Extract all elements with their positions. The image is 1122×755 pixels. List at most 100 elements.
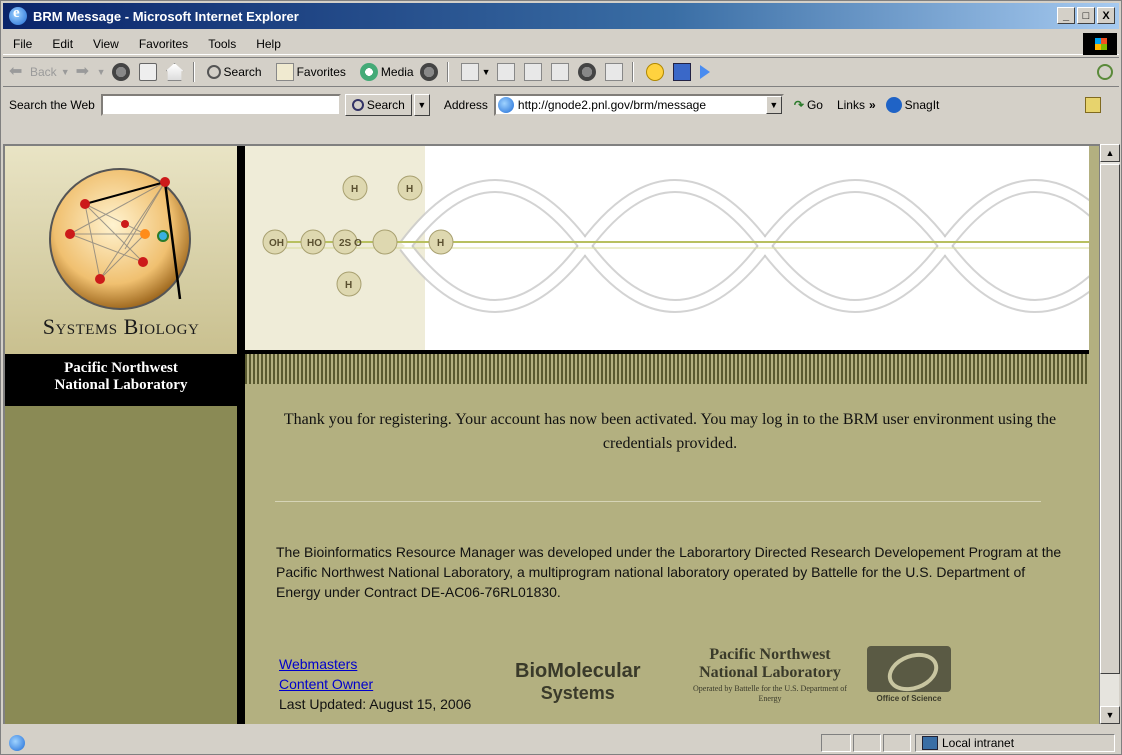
menu-edit[interactable]: Edit bbox=[52, 37, 73, 51]
pnnl-foot-line-3: Operated by Battelle for the U.S. Depart… bbox=[693, 684, 847, 703]
search-dropdown-button[interactable]: ▼ bbox=[413, 94, 430, 116]
media-button[interactable]: Media bbox=[359, 63, 414, 81]
search-label: Search bbox=[223, 65, 262, 79]
edit-button[interactable] bbox=[523, 63, 545, 81]
home-icon bbox=[165, 63, 184, 81]
search-button[interactable]: Search bbox=[206, 65, 262, 79]
network-circle-logo bbox=[49, 168, 191, 310]
messenger-button[interactable] bbox=[645, 63, 667, 81]
back-dropdown-icon[interactable]: ▼ bbox=[61, 67, 70, 77]
webmasters-link[interactable]: Webmasters bbox=[279, 654, 471, 674]
mail-button[interactable]: ▼ bbox=[460, 63, 491, 81]
browser-window: BRM Message - Microsoft Internet Explore… bbox=[0, 0, 1122, 755]
home-button[interactable] bbox=[165, 63, 187, 81]
toolbar-separator bbox=[446, 62, 449, 82]
snagit-capture-icon[interactable] bbox=[1085, 97, 1101, 113]
media-icon bbox=[359, 63, 378, 81]
media-label: Media bbox=[380, 65, 414, 79]
windows-logo-icon bbox=[1083, 33, 1117, 55]
pnnl-footer-logo[interactable]: Pacific Northwest National Laboratory Op… bbox=[685, 646, 855, 704]
biomolecular-systems-logo[interactable]: BioMolecular Systems bbox=[515, 660, 641, 704]
menu-bar: File Edit View Favorites Tools Help bbox=[3, 33, 1119, 55]
stop-button[interactable] bbox=[111, 63, 133, 81]
window-controls: _ □ X bbox=[1057, 7, 1115, 24]
links-button[interactable]: Links » bbox=[837, 98, 876, 112]
monitor-button[interactable] bbox=[672, 63, 694, 81]
pnnl-banner[interactable]: Pacific Northwest National Laboratory bbox=[5, 354, 237, 406]
status-pane bbox=[853, 734, 881, 752]
footer-links: Webmasters Content Owner Last Updated: A… bbox=[279, 654, 471, 714]
last-updated: Last Updated: August 15, 2006 bbox=[279, 696, 472, 712]
menu-favorites[interactable]: Favorites bbox=[139, 37, 188, 51]
favorites-icon bbox=[275, 63, 294, 81]
go-arrow-icon: ↷ bbox=[793, 98, 804, 112]
play-button[interactable] bbox=[699, 65, 710, 79]
scroll-thumb[interactable] bbox=[1100, 164, 1120, 674]
standard-toolbar: ⬅ Back ▼ ➡ ▼ Search Favorites Media ▼ bbox=[3, 57, 1119, 87]
toolbar-separator bbox=[192, 62, 195, 82]
menu-view[interactable]: View bbox=[93, 37, 119, 51]
print-icon bbox=[496, 63, 515, 81]
toolbar-extra-icon[interactable] bbox=[1097, 64, 1113, 80]
window-title: BRM Message - Microsoft Internet Explore… bbox=[33, 8, 299, 24]
mail-icon bbox=[460, 63, 479, 81]
menu-tools[interactable]: Tools bbox=[208, 37, 236, 51]
systems-biology-title: Systems Biology bbox=[42, 314, 200, 339]
pnnl-line-1: Pacific Northwest bbox=[64, 360, 178, 376]
address-dropdown-icon[interactable]: ▼ bbox=[765, 96, 782, 114]
links-label: Links bbox=[836, 98, 865, 112]
menu-help[interactable]: Help bbox=[256, 37, 281, 51]
vertical-scrollbar[interactable]: ▲ ▼ bbox=[1099, 144, 1120, 724]
left-column: Systems Biology Pacific Northwest Nation… bbox=[5, 146, 237, 724]
refresh-button[interactable] bbox=[138, 63, 160, 81]
menu-file[interactable]: File bbox=[13, 37, 32, 51]
minimize-button[interactable]: _ bbox=[1057, 7, 1075, 24]
web-search-button[interactable]: Search bbox=[344, 94, 412, 116]
snagit-label: SnagIt bbox=[904, 98, 940, 112]
go-button[interactable]: ↷ Go bbox=[794, 98, 823, 112]
status-pane bbox=[883, 734, 911, 752]
toolbar-separator bbox=[631, 62, 634, 82]
monitor-icon bbox=[672, 63, 691, 81]
favorites-label: Favorites bbox=[296, 65, 346, 79]
play-arrow-icon bbox=[699, 65, 710, 79]
maximize-button[interactable]: □ bbox=[1077, 7, 1095, 24]
back-button[interactable]: ⬅ Back ▼ bbox=[9, 63, 70, 81]
print-button[interactable] bbox=[496, 63, 518, 81]
research-icon bbox=[604, 63, 623, 81]
refresh-icon bbox=[138, 63, 157, 81]
favorites-button[interactable]: Favorites bbox=[275, 63, 346, 81]
magnifier-icon bbox=[351, 99, 364, 111]
links-chevron-icon: » bbox=[868, 98, 876, 112]
office-of-science-label: Office of Science bbox=[876, 694, 942, 703]
history-button[interactable] bbox=[419, 63, 441, 81]
vertical-divider bbox=[237, 146, 245, 724]
content-owner-link[interactable]: Content Owner bbox=[279, 674, 471, 694]
scroll-up-arrow-icon[interactable]: ▲ bbox=[1100, 144, 1120, 162]
forward-button[interactable]: ➡ ▼ bbox=[76, 63, 106, 81]
search-icon bbox=[206, 65, 221, 79]
snagit-button[interactable]: SnagIt bbox=[885, 97, 940, 113]
biomol-line-1: BioMolecular bbox=[515, 660, 641, 682]
back-arrow-icon: ⬅ bbox=[9, 63, 23, 80]
svg-text:OH: OH bbox=[269, 238, 284, 249]
about-text: The Bioinformatics Resource Manager was … bbox=[276, 544, 1062, 600]
address-input[interactable]: http://gnode2.pnl.gov/brm/message ▼ bbox=[493, 94, 784, 116]
dna-helix-graphic: H H OH HO 2S O H H bbox=[245, 146, 1089, 350]
status-page-icon bbox=[9, 735, 25, 751]
svg-text:H: H bbox=[406, 184, 413, 195]
security-zone[interactable]: Local intranet bbox=[915, 734, 1115, 752]
pnnl-foot-line-1: Pacific Northwest bbox=[709, 646, 831, 663]
research-button[interactable] bbox=[604, 63, 626, 81]
search-web-label: Search the Web bbox=[9, 98, 95, 112]
web-search-input[interactable] bbox=[100, 94, 341, 116]
forward-dropdown-icon[interactable]: ▼ bbox=[97, 67, 106, 77]
sps-button[interactable] bbox=[577, 63, 599, 81]
office-of-science-logo[interactable]: Office of Science bbox=[863, 646, 955, 703]
url-text[interactable]: http://gnode2.pnl.gov/brm/message bbox=[518, 98, 766, 112]
scroll-down-arrow-icon[interactable]: ▼ bbox=[1100, 706, 1120, 724]
pnnl-line-2: National Laboratory bbox=[54, 377, 188, 393]
close-button[interactable]: X bbox=[1097, 7, 1115, 24]
discuss-button[interactable] bbox=[550, 63, 572, 81]
snagit-icon bbox=[885, 97, 902, 113]
